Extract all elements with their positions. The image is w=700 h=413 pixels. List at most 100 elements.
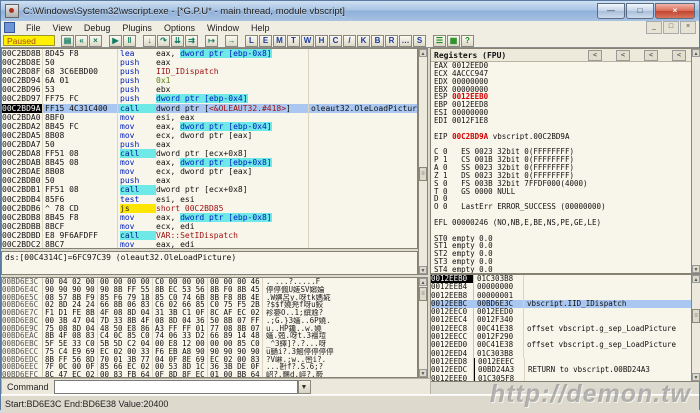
disasm-comment[interactable] — [309, 176, 417, 185]
dump-row[interactable]: 00BD6E8C00 3B 47 047D 33 8B 4F08 8D 04 3… — [2, 317, 417, 325]
dump-address[interactable]: 00BD6EDC — [2, 356, 43, 364]
dump-hex-group[interactable]: 90 90 90 90 — [208, 348, 263, 356]
stack-row[interactable]: 0012EEDC00BD24A3RETURN to vbscript.00BD2… — [431, 366, 700, 374]
register-line[interactable]: EDX 00000000 — [431, 78, 700, 86]
dump-hex-group[interactable]: 85 C0 74 6B — [153, 294, 208, 302]
register-line[interactable]: ECX 4ACCC947 — [431, 70, 700, 78]
disasm-address[interactable]: 00C2BDB8 — [2, 213, 43, 222]
dump-row[interactable]: 00BD6EDC8B FF 56 8D70 01 3B 7704 0F 8E 6… — [2, 356, 417, 364]
stack-address[interactable]: 0012EEBC — [431, 300, 474, 308]
dump-hex-group[interactable]: 50 8B 07 FF — [208, 317, 263, 325]
dump-address[interactable]: 00BD6EBC — [2, 340, 43, 348]
register-line[interactable]: EIP 00C2BD9A vbscript.00C2BD9A — [431, 133, 700, 141]
disasm-address[interactable]: 00C2BDAE — [2, 167, 43, 176]
dump-hex-group[interactable]: 00 E8 12 00 — [153, 340, 208, 348]
view-memory-button[interactable]: M — [273, 35, 286, 47]
scroll-down-icon[interactable]: ▼ — [692, 373, 700, 381]
dump-hex-group[interactable]: A3 FF FF 01 — [153, 325, 208, 333]
stack-address[interactable]: 0012EEE0 — [431, 375, 474, 382]
dump-hex-group[interactable]: C6 02 66 85 — [153, 301, 208, 309]
execute-till-return-button[interactable]: ↦ — [205, 35, 218, 47]
dump-address[interactable]: 00BD6E6C — [2, 301, 43, 309]
stack-value[interactable]: 00C41E38 — [474, 341, 524, 349]
disasm-instruction[interactable]: movecx, dword ptr [eax] — [118, 131, 309, 140]
disasm-instruction[interactable]: jsshort 00C2BD85 — [118, 204, 309, 213]
stack-value[interactable]: 0012EED0 — [474, 308, 524, 316]
dump-hex-group[interactable]: 8B F0 8B 45 — [208, 286, 263, 294]
menu-plugins[interactable]: Plugins — [116, 22, 158, 34]
animate-over-button[interactable]: ⇉ — [185, 35, 198, 47]
dump-ascii[interactable]: u膼i?.3鮰停停停停 — [263, 348, 417, 356]
view-handles-button[interactable]: H — [315, 35, 328, 47]
register-line[interactable] — [431, 211, 700, 219]
stack-desc[interactable] — [524, 316, 700, 324]
disasm-comment[interactable]: oleaut32.OleLoadPicture — [309, 104, 417, 113]
scrollbar-thumb[interactable]: ≡ — [419, 167, 427, 181]
register-line[interactable]: S 0 FS 003B 32bit 7FFDF000(4000) — [431, 180, 700, 188]
dump-hex-group[interactable]: 00 00 00 46 — [208, 278, 263, 286]
dump-ascii[interactable]: ?$$f嬈兠f呀u鮫 — [263, 301, 417, 309]
appearance-button[interactable]: ☰ — [433, 35, 446, 47]
dump-address[interactable]: 00BD6E3C — [2, 278, 43, 286]
animate-into-button[interactable]: ⇊ — [171, 35, 184, 47]
dump-hex-group[interactable]: 00 53 8D 1C — [153, 363, 208, 371]
dump-hex-group[interactable]: 70 01 3B 77 — [98, 356, 153, 364]
disasm-instruction[interactable]: movesi, eax — [118, 113, 309, 122]
scroll-up-icon[interactable]: ▲ — [419, 49, 427, 57]
dump-ascii[interactable]: _^3繹]?.?...呀 — [263, 340, 417, 348]
disasm-bytes[interactable]: E8 9F6AFDFF — [43, 231, 118, 240]
disasm-bytes[interactable]: 8B45 08 — [43, 158, 118, 167]
disasm-instruction[interactable]: calldword ptr [<&OLEAUT32.#418>] — [118, 104, 309, 113]
collapse-column-button[interactable]: < — [672, 50, 686, 61]
register-line[interactable]: ESI 00000000 — [431, 109, 700, 117]
register-line[interactable]: ST0 empty 0.0 — [431, 235, 700, 243]
disasm-address[interactable]: 00C2BD8F — [2, 67, 43, 76]
view-log-button[interactable]: L — [245, 35, 258, 47]
stack-value[interactable]: 0012F340 — [474, 316, 524, 324]
dump-hex-group[interactable]: 90 8B FF 55 — [98, 286, 153, 294]
menu-window[interactable]: Window — [201, 22, 245, 34]
disasm-address[interactable]: 00C2BDBD — [2, 231, 43, 240]
disasm-row[interactable]: 00C2BDBB8BCFmovecx, edi — [2, 222, 417, 231]
stack-desc[interactable] — [524, 308, 700, 316]
collapse-column-button[interactable]: < — [616, 50, 630, 61]
disasm-bytes[interactable]: FF75 FC — [43, 94, 118, 103]
disasm-bytes[interactable]: 8B45 F8 — [43, 213, 118, 222]
register-line[interactable]: A 0 SS 0023 32bit 0(FFFFFFFF) — [431, 164, 700, 172]
disasm-row[interactable]: 00C2BDA750pusheax — [2, 140, 417, 149]
disasm-comment[interactable] — [309, 167, 417, 176]
disasm-address[interactable]: 00C2BD8B — [2, 49, 43, 58]
dump-hex-group[interactable]: 8C 47 EC 02 — [43, 371, 98, 378]
disasm-row[interactable]: 00C2BDB050pusheax — [2, 176, 417, 185]
stack-desc[interactable]: offset vbscript.g_sep_LoadPicture — [524, 325, 700, 333]
disasm-comment[interactable] — [309, 113, 417, 122]
disasm-address[interactable]: 00C2BD97 — [2, 94, 43, 103]
disasm-row[interactable]: 00C2BDA58B08movecx, dword ptr [eax] — [2, 131, 417, 140]
dump-scrollbar[interactable]: ▲ ≡ ▼ — [418, 277, 428, 378]
stack-value[interactable]: 00000000 — [474, 283, 524, 291]
disasm-bytes[interactable]: 85F6 — [43, 195, 118, 204]
stack-row[interactable]: 0012EECC0012F290 — [431, 333, 700, 341]
menu-debug[interactable]: Debug — [78, 22, 117, 34]
scroll-down-icon[interactable]: ▼ — [419, 266, 427, 274]
stack-row[interactable]: 0012EED80012EEEC — [431, 358, 700, 366]
disasm-bytes[interactable]: 8BF0 — [43, 113, 118, 122]
dump-row[interactable]: 00BD6EAC8B 4F 08 83C4 0C 85 C074 06 33 D… — [2, 332, 417, 340]
disasm-row[interactable]: 00C2BD9653pushebx — [2, 85, 417, 94]
register-line[interactable]: O 0 LastErr ERROR_SUCCESS (00000000) — [431, 203, 700, 211]
disasm-row[interactable]: 00C2BDB485F6testesi, esi — [2, 195, 417, 204]
stack-value[interactable]: 00C41E38 — [474, 325, 524, 333]
stack-row[interactable]: 0012EEBC00BD6E3Cvbscript.IID_IDispatch — [431, 300, 700, 308]
stack-scrollbar[interactable]: ▲ ≡ ▼ — [691, 274, 700, 382]
disasm-instruction[interactable]: pusheax — [118, 58, 309, 67]
stack-row[interactable]: 0012EED401C303B8 — [431, 350, 700, 358]
dump-row[interactable]: 00BD6E3C00 04 02 0000 00 00 00C0 00 00 0… — [2, 278, 417, 286]
disasm-comment[interactable] — [309, 76, 417, 85]
stack-address[interactable]: 0012EEC0 — [431, 308, 474, 316]
stack-desc[interactable] — [524, 292, 700, 300]
disasm-instruction[interactable]: pushIID_IDispatch — [118, 67, 309, 76]
dump-hex-group[interactable]: 5B 5D C2 04 — [98, 340, 153, 348]
dump-ascii[interactable]: .W嬹呂y.呀tk媽婲 — [263, 294, 417, 302]
disasm-bytes[interactable]: FF15 4C31C400 — [43, 104, 118, 113]
disasm-address[interactable]: 00C2BDA0 — [2, 113, 43, 122]
